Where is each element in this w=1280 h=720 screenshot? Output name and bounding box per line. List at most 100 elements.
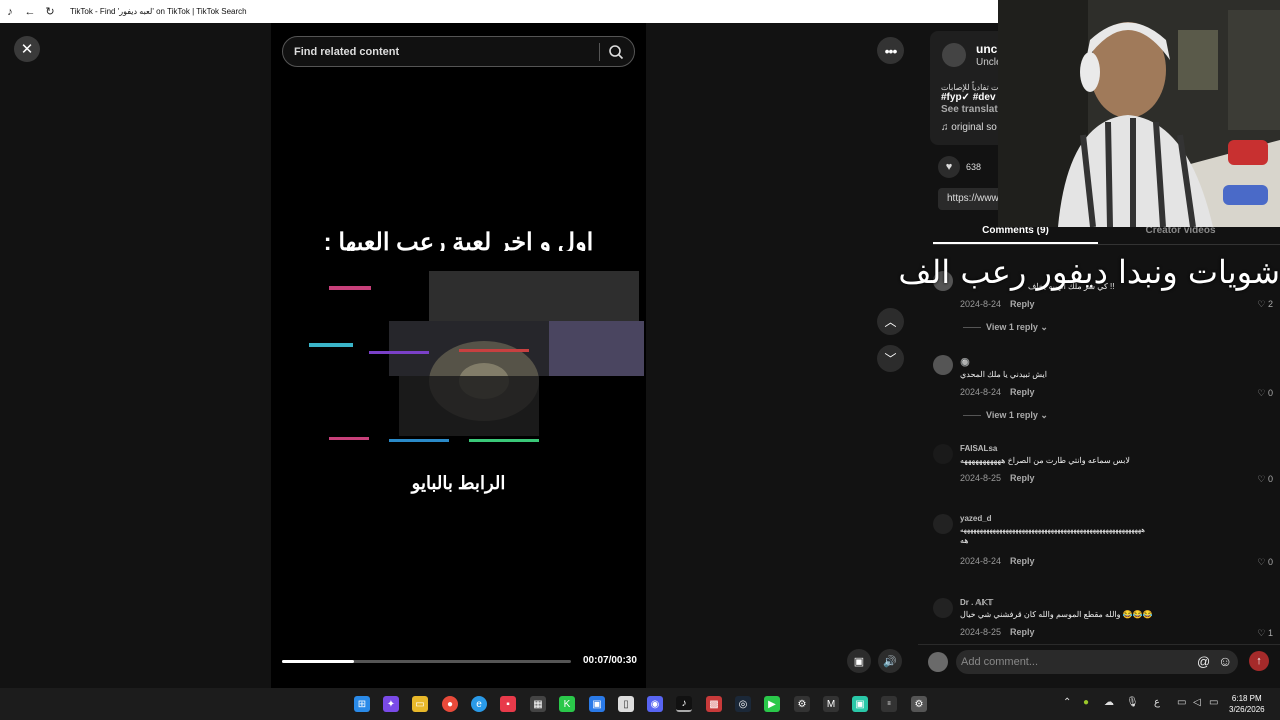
- app-icon[interactable]: ▣: [852, 696, 868, 712]
- volume-button[interactable]: 🔊: [878, 649, 902, 673]
- author-name[interactable]: uncl: [976, 42, 1001, 56]
- app-icon[interactable]: ▩: [706, 696, 722, 712]
- speaker-icon[interactable]: ◁: [1193, 697, 1201, 708]
- tray-overflow-icon[interactable]: ⌃: [1063, 697, 1071, 708]
- tray-app-icon[interactable]: ●: [1083, 697, 1089, 708]
- video-player[interactable]: اول و اخر لعبة رعب العبها : الرابط بالبا…: [271, 23, 646, 688]
- video-time: 00:07/00:30: [583, 655, 637, 666]
- progress-bar[interactable]: [282, 660, 571, 663]
- like-count: 638: [966, 162, 982, 172]
- comment-username[interactable]: Dr . 𝔸𝕂𝕋: [960, 598, 993, 607]
- app-icon[interactable]: M: [823, 696, 839, 712]
- search-input[interactable]: [294, 45, 594, 58]
- input-language[interactable]: ع: [1154, 697, 1160, 708]
- app-icon[interactable]: ≡: [881, 696, 897, 712]
- music-note-icon: ♫: [941, 122, 952, 133]
- view-replies-label: View 1 reply: [986, 410, 1038, 420]
- comment-item: yazed_d هههههههههههههههههههههههههههههههه…: [933, 514, 1273, 574]
- comment-like[interactable]: ♡ 1: [1257, 628, 1273, 639]
- chrome-icon[interactable]: ●: [442, 696, 458, 712]
- comment-text: والله مقطع الموسم والله كان قرفشني شي خي…: [960, 610, 1153, 619]
- mention-icon[interactable]: @: [1197, 654, 1210, 669]
- more-options-button[interactable]: •••: [877, 37, 904, 64]
- comment-text: هههههههههههههههههههههههههههههههههههههههه…: [960, 527, 1145, 534]
- tiktok-icon[interactable]: ♪: [676, 696, 692, 712]
- reply-button[interactable]: Reply: [1010, 387, 1035, 397]
- view-replies-button[interactable]: View 1 reply ⌄: [963, 322, 1048, 333]
- network-icon[interactable]: ▭: [1177, 697, 1186, 708]
- comment-username[interactable]: yazed_d: [960, 514, 992, 523]
- floating-player-button[interactable]: ▣: [847, 649, 871, 673]
- reply-button[interactable]: Reply: [1010, 473, 1035, 483]
- comment-like[interactable]: ♡ 2: [1257, 299, 1273, 310]
- reply-button[interactable]: Reply: [1010, 627, 1035, 637]
- reload-icon[interactable]: ↻: [44, 6, 56, 18]
- comment-meta: 2024-8-25 Reply: [960, 473, 1035, 483]
- app-icon[interactable]: ▪: [500, 696, 516, 712]
- video-frame-image: [309, 251, 645, 461]
- app-icon[interactable]: ▣: [589, 696, 605, 712]
- comment-input[interactable]: [956, 650, 1238, 674]
- comment-date: 2024-8-24: [960, 556, 1002, 566]
- start-menu-icon[interactable]: ⊞: [354, 696, 370, 712]
- battery-icon[interactable]: ▭: [1209, 697, 1218, 708]
- comment-avatar[interactable]: [933, 514, 953, 534]
- see-translation-link[interactable]: See translatio: [941, 104, 1007, 115]
- comment-item: Dr . 𝔸𝕂𝕋 والله مقطع الموسم والله كان قرف…: [933, 598, 1273, 643]
- comment-like[interactable]: ♡ 0: [1257, 557, 1273, 568]
- heart-outline-icon: ♡: [1257, 557, 1266, 567]
- settings-icon[interactable]: ⚙: [794, 696, 810, 712]
- app-icon[interactable]: K: [559, 696, 575, 712]
- chevron-down-icon: ⌄: [1040, 410, 1048, 420]
- discord-icon[interactable]: ◉: [647, 696, 663, 712]
- comment-meta: 2024-8-24 Reply: [960, 387, 1035, 397]
- app-icon[interactable]: ⚙: [911, 696, 927, 712]
- tray-app-icon[interactable]: ☁: [1104, 697, 1114, 708]
- emoji-icon[interactable]: ☺: [1218, 653, 1232, 669]
- back-arrow-icon[interactable]: ←: [24, 6, 36, 18]
- like-button[interactable]: ♥: [938, 156, 960, 178]
- clock-date: 3/26/2026: [1229, 705, 1265, 714]
- tiktok-logo-icon: ♪: [7, 5, 13, 18]
- clock-time: 6:18 PM: [1231, 694, 1262, 703]
- comment-username[interactable]: 🔘: [960, 358, 970, 367]
- view-replies-button[interactable]: View 1 reply ⌄: [963, 410, 1048, 421]
- pip-icon: ▣: [853, 655, 865, 668]
- reply-button[interactable]: Reply: [1010, 556, 1035, 566]
- steam-icon[interactable]: ◎: [735, 696, 751, 712]
- comment-text-continued: هه: [960, 536, 969, 545]
- document-icon[interactable]: ▯: [618, 696, 634, 712]
- comment-avatar[interactable]: [933, 355, 953, 375]
- app-icon[interactable]: ▶: [764, 696, 780, 712]
- music-title: original so: [951, 122, 997, 133]
- author-avatar[interactable]: [942, 43, 966, 67]
- next-video-button[interactable]: ﹀: [877, 345, 904, 372]
- reply-button[interactable]: Reply: [1010, 299, 1035, 309]
- search-icon[interactable]: [608, 44, 624, 60]
- music-link[interactable]: ♫ original so: [941, 122, 997, 133]
- comment-username[interactable]: FAISALsa: [960, 444, 997, 453]
- page-title: TikTok - Find 'لعبه ديفور' on TikTok | T…: [70, 7, 247, 16]
- video-viewer: ✕ اول و اخر لعبة رعب العبها :: [0, 23, 918, 688]
- copilot-icon[interactable]: ✦: [383, 696, 399, 712]
- close-button[interactable]: ✕: [14, 36, 40, 62]
- hashtags[interactable]: #fyp✓ #dev: [941, 92, 996, 103]
- comment-like[interactable]: ♡ 0: [1257, 474, 1273, 485]
- comment-date: 2024-8-24: [960, 299, 1002, 309]
- comment-text: ايش تبيدني يا ملك المحدي: [960, 370, 1047, 379]
- edge-icon[interactable]: e: [471, 696, 487, 712]
- comment-avatar[interactable]: [933, 598, 953, 618]
- store-icon[interactable]: ▦: [530, 696, 546, 712]
- system-clock[interactable]: 6:18 PM 3/26/2026: [1229, 693, 1265, 715]
- comment-meta: 2024-8-24 Reply: [960, 299, 1035, 309]
- post-comment-button[interactable]: ↑: [1249, 651, 1269, 671]
- view-replies-label: View 1 reply: [986, 322, 1038, 332]
- comment-meta: 2024-8-24 Reply: [960, 556, 1035, 566]
- previous-video-button[interactable]: ︿: [877, 308, 904, 335]
- file-explorer-icon[interactable]: ▭: [412, 696, 428, 712]
- current-user-avatar: [928, 652, 948, 672]
- comment-like[interactable]: ♡ 0: [1257, 388, 1273, 399]
- comment-avatar[interactable]: [933, 444, 953, 464]
- comment-bar: @ ☺ ↑: [918, 644, 1280, 688]
- microphone-icon[interactable]: 🎙: [1126, 697, 1139, 708]
